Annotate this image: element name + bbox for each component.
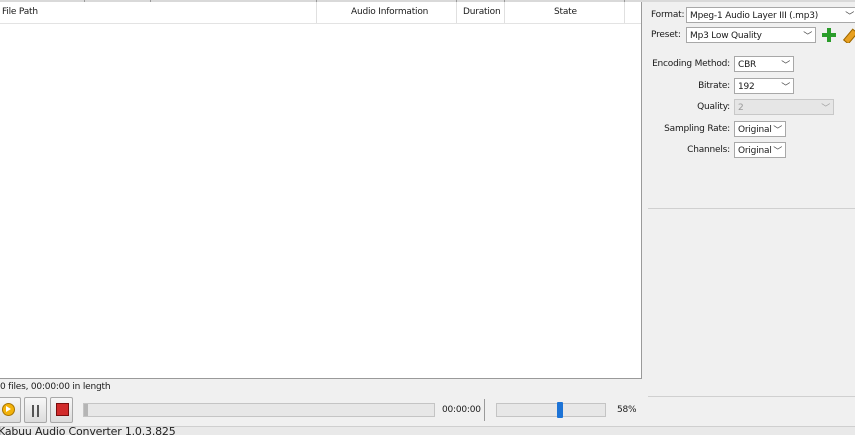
chevron-down-icon: ﹀	[803, 32, 812, 42]
column-header-file-path[interactable]: File Path	[2, 2, 38, 23]
sampling-rate-label: Sampling Rate:	[664, 124, 730, 134]
add-preset-button[interactable]	[821, 27, 837, 43]
column-header-duration[interactable]: Duration	[463, 2, 501, 23]
file-list-header: File Path Audio Information Duration Sta…	[0, 2, 641, 24]
encoding-method-label: Encoding Method:	[652, 59, 730, 69]
bitrate-label: Bitrate:	[698, 81, 730, 91]
playback-time: 00:00:00	[442, 405, 481, 415]
chevron-down-icon: ﹀	[781, 83, 790, 93]
chevron-down-icon: ﹀	[773, 147, 782, 157]
sampling-rate-select[interactable]: Original ﹀	[734, 121, 786, 137]
channels-select[interactable]: Original ﹀	[734, 142, 786, 158]
settings-panel: Format: Mpeg-1 Audio Layer III (.mp3) ﹀ …	[642, 2, 855, 426]
pencil-icon	[843, 28, 855, 43]
pause-button[interactable]	[24, 397, 47, 423]
channels-label: Channels:	[687, 145, 730, 155]
chevron-down-icon: ﹀	[845, 12, 854, 22]
play-button[interactable]	[0, 397, 21, 423]
preset-select[interactable]: Mp3 Low Quality ﹀	[686, 27, 816, 43]
volume-slider[interactable]	[496, 402, 606, 418]
playback-progress-bar[interactable]	[83, 403, 435, 417]
encoding-method-select[interactable]: CBR ﹀	[734, 56, 794, 72]
quality-select: 2 ﹀	[734, 99, 834, 115]
file-summary: 0 files, 00:00:00 in length	[0, 382, 111, 392]
chevron-down-icon: ﹀	[781, 61, 790, 71]
preset-label: Preset:	[651, 30, 681, 40]
stop-button[interactable]	[50, 397, 73, 423]
volume-percent: 58%	[617, 405, 637, 415]
column-header-audio-information[interactable]: Audio Information	[351, 2, 428, 23]
chevron-down-icon: ﹀	[773, 126, 782, 136]
transport-bar: 00:00:00 58%	[0, 396, 641, 424]
column-header-state[interactable]: State	[554, 2, 577, 23]
chevron-down-icon: ﹀	[821, 104, 830, 114]
format-label: Format:	[651, 10, 685, 20]
playback-progress-fill	[84, 404, 88, 416]
bitrate-select[interactable]: 192 ﹀	[734, 78, 794, 94]
format-select[interactable]: Mpeg-1 Audio Layer III (.mp3) ﹀	[686, 7, 855, 23]
pause-icon	[32, 405, 34, 417]
volume-slider-thumb[interactable]	[557, 402, 563, 418]
quality-label: Quality:	[697, 102, 730, 112]
file-list[interactable]: File Path Audio Information Duration Sta…	[0, 2, 642, 379]
stop-icon	[56, 403, 69, 416]
edit-preset-button[interactable]	[843, 27, 855, 43]
